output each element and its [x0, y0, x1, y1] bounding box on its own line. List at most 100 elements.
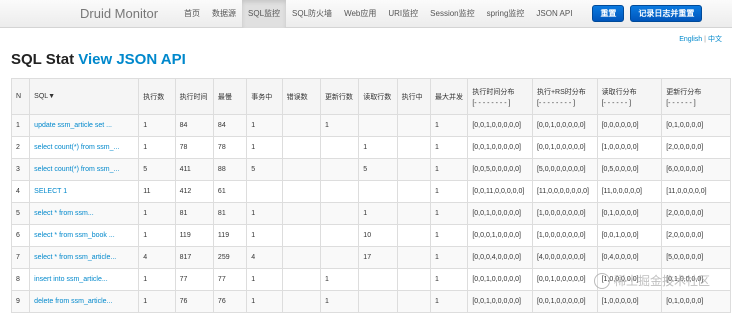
table-cell: [0,0,1,0,0,0,0,0]: [468, 203, 533, 225]
column-header-label: 执行+RS时分布: [537, 89, 586, 96]
table-cell: [320, 247, 358, 269]
table-cell: 78: [175, 137, 213, 159]
table-cell: 119: [213, 225, 246, 247]
column-header-sublabel: [- - - - - - - - ]: [537, 100, 593, 107]
table-cell: 1: [139, 137, 175, 159]
table-cell: 411: [175, 159, 213, 181]
table-cell: 61: [213, 181, 246, 203]
column-header: 执行数: [139, 79, 175, 115]
table-cell: [359, 115, 397, 137]
column-header-label: 错误数: [287, 94, 308, 101]
table-cell: 259: [213, 247, 246, 269]
table-cell: 84: [213, 115, 246, 137]
table-cell: [282, 247, 320, 269]
table-row: 2select count(*) from ssm_...17878111[0,…: [12, 137, 731, 159]
nav-item[interactable]: 数据源: [206, 0, 242, 28]
sql-link[interactable]: select count(*) from ssm_...: [30, 137, 139, 159]
sql-link[interactable]: select * from ssm_article...: [30, 247, 139, 269]
table-cell: [2,0,0,0,0,0]: [662, 203, 731, 225]
language-english-link[interactable]: English: [679, 36, 702, 43]
watermark-text: 稀土掘金技术社区: [614, 272, 710, 289]
column-header: 更新行分布 [- - - - - - ]: [662, 79, 731, 115]
sql-link[interactable]: update ssm_article set ...: [30, 115, 139, 137]
column-header: 执行+RS时分布 [- - - - - - - - ]: [532, 79, 597, 115]
table-cell: [0,0,0,0,0,0]: [597, 115, 662, 137]
brand-title[interactable]: Druid Monitor: [80, 6, 158, 21]
view-json-api-link[interactable]: View JSON API: [78, 51, 186, 68]
reset-button[interactable]: 重置: [592, 5, 624, 22]
column-header: 执行中: [397, 79, 430, 115]
nav-item[interactable]: Web应用: [338, 0, 382, 28]
column-header-label: 更新行分布: [666, 89, 701, 96]
table-cell: [320, 181, 358, 203]
nav-item[interactable]: spring监控: [481, 0, 531, 28]
table-cell: [320, 225, 358, 247]
table-cell: [397, 115, 430, 137]
column-header: 错误数: [282, 79, 320, 115]
table-cell: [11,0,0,0,0,0,0,0]: [532, 181, 597, 203]
table-row: 3select count(*) from ssm_...541188551[0…: [12, 159, 731, 181]
table-cell: [247, 181, 282, 203]
table-cell: [359, 269, 397, 291]
column-header[interactable]: SQL▼: [30, 79, 139, 115]
table-cell: 5: [247, 159, 282, 181]
sql-link[interactable]: delete from ssm_article...: [30, 291, 139, 313]
sql-link[interactable]: select count(*) from ssm_...: [30, 159, 139, 181]
table-cell: [11,0,0,0,0,0]: [662, 181, 731, 203]
table-cell: [359, 291, 397, 313]
table-cell: 77: [213, 269, 246, 291]
table-cell: [359, 181, 397, 203]
column-header: N: [12, 79, 30, 115]
log-and-reset-button[interactable]: 记录日志并重置: [630, 5, 702, 22]
table-cell: [320, 137, 358, 159]
table-cell: [0,0,1,0,0,0,0,0]: [468, 137, 533, 159]
table-cell: [282, 115, 320, 137]
table-cell: [282, 159, 320, 181]
sql-link[interactable]: SELECT 1: [30, 181, 139, 203]
table-cell: 77: [175, 269, 213, 291]
table-row: 5select * from ssm...18181111[0,0,1,0,0,…: [12, 203, 731, 225]
table-cell: 412: [175, 181, 213, 203]
watermark-logo-icon: [594, 273, 610, 289]
sql-link[interactable]: select * from ssm...: [30, 203, 139, 225]
table-cell: [0,0,1,0,0,0,0,0]: [468, 291, 533, 313]
table-cell: 1: [430, 115, 467, 137]
table-cell: [0,0,1,0,0,0,0,0]: [532, 115, 597, 137]
table-cell: [1,0,0,0,0,0,0,0]: [532, 203, 597, 225]
nav-item[interactable]: Session监控: [424, 0, 480, 28]
column-header: 执行时间分布[- - - - - - - - ]: [468, 79, 533, 115]
table-cell: 1: [430, 137, 467, 159]
table-cell: [282, 269, 320, 291]
table-row: 7select * from ssm_article...48172594171…: [12, 247, 731, 269]
table-cell: 1: [247, 137, 282, 159]
table-cell: 1: [139, 291, 175, 313]
table-cell: [0,0,1,0,0,0]: [597, 225, 662, 247]
nav-item[interactable]: SQL监控: [242, 0, 286, 28]
table-cell: 4: [12, 181, 30, 203]
table-cell: [397, 159, 430, 181]
column-header-sublabel: [- - - - - - ]: [666, 100, 726, 107]
language-chinese-link[interactable]: 中文: [708, 36, 722, 43]
table-cell: [11,0,0,0,0,0]: [597, 181, 662, 203]
nav-item[interactable]: 首页: [178, 0, 206, 28]
table-cell: [282, 181, 320, 203]
table-cell: 1: [247, 225, 282, 247]
column-header-label: SQL▼: [34, 93, 55, 100]
table-cell: [0,0,5,0,0,0,0,0]: [468, 159, 533, 181]
sql-link[interactable]: insert into ssm_article...: [30, 269, 139, 291]
table-cell: 1: [139, 269, 175, 291]
table-cell: 1: [247, 203, 282, 225]
table-row: 9delete from ssm_article...17676111[0,0,…: [12, 291, 731, 313]
table-cell: [397, 269, 430, 291]
table-cell: 5: [139, 159, 175, 181]
table-cell: [1,0,0,0,0,0,0,0]: [532, 225, 597, 247]
top-navbar: Druid Monitor 首页数据源SQL监控SQL防火墙Web应用URI监控…: [0, 0, 732, 28]
sql-link[interactable]: select * from ssm_book ...: [30, 225, 139, 247]
table-cell: [0,4,0,0,0,0]: [597, 247, 662, 269]
table-cell: [0,0,1,0,0,0,0,0]: [532, 269, 597, 291]
table-cell: [397, 181, 430, 203]
nav-item[interactable]: JSON API: [530, 0, 578, 28]
table-cell: 5: [359, 159, 397, 181]
nav-item[interactable]: SQL防火墙: [286, 0, 338, 28]
nav-item[interactable]: URI监控: [382, 0, 424, 28]
